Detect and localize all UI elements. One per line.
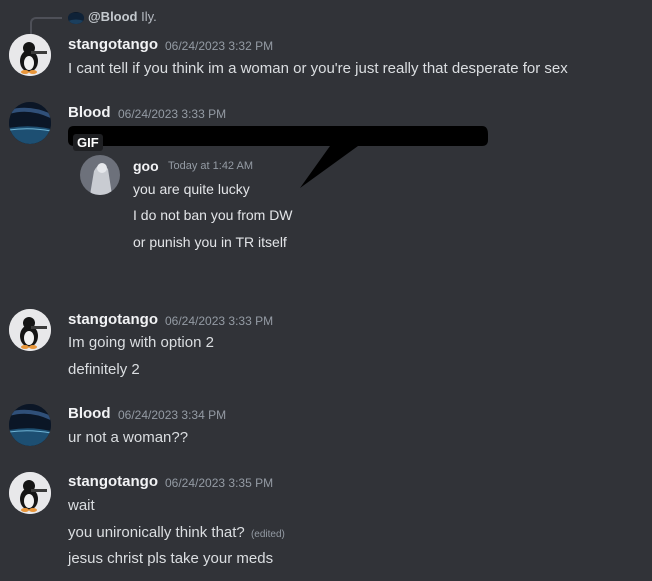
message-text: jesus christ pls take your meds: [68, 550, 274, 567]
edited-label: (edited): [250, 529, 285, 540]
message-text: I cant tell if you think im a woman or y…: [68, 60, 568, 77]
gif-speech-bubble[interactable]: [68, 124, 488, 194]
reply-preview[interactable]: @Blood Ily.: [88, 9, 157, 24]
username[interactable]: stangotango: [68, 311, 158, 328]
reply-author[interactable]: @Blood: [88, 9, 138, 24]
reply-snippet: Ily.: [141, 9, 157, 24]
message-text: Im going with option 2: [68, 334, 214, 351]
message-text: wait: [68, 497, 95, 514]
gif-author: goo: [133, 158, 159, 174]
username[interactable]: stangotango: [68, 473, 158, 490]
username[interactable]: Blood: [68, 405, 111, 422]
gif-timestamp: Today at 1:42 AM: [168, 160, 253, 172]
gif-line: I do not ban you from DW: [133, 207, 293, 223]
username[interactable]: Blood: [68, 104, 111, 121]
gif-avatar: [80, 155, 120, 195]
reply-avatar[interactable]: [68, 12, 84, 24]
avatar[interactable]: [9, 404, 51, 446]
timestamp: 06/24/2023 3:33 PM: [118, 107, 227, 121]
gif-line: you are quite lucky: [133, 181, 250, 197]
message-text: definitely 2: [68, 361, 140, 378]
avatar[interactable]: [9, 472, 51, 514]
timestamp: 06/24/2023 3:32 PM: [165, 39, 274, 53]
message-text: ur not a woman??: [68, 429, 189, 446]
avatar[interactable]: [9, 309, 51, 351]
gif-line: or punish you in TR itself: [133, 234, 287, 250]
message-line: you unironically think that?: [68, 524, 245, 541]
timestamp: 06/24/2023 3:35 PM: [165, 476, 274, 490]
timestamp: 06/24/2023 3:34 PM: [118, 408, 227, 422]
avatar[interactable]: [9, 34, 51, 76]
timestamp: 06/24/2023 3:33 PM: [165, 314, 274, 328]
message-text: you unironically think that? (edited): [68, 524, 285, 541]
avatar[interactable]: [9, 102, 51, 144]
username[interactable]: stangotango: [68, 36, 158, 53]
gif-badge: GIF: [73, 134, 103, 151]
